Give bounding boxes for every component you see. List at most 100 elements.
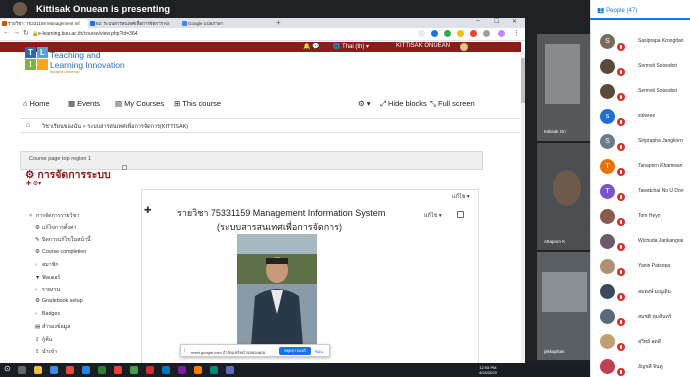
nav-home[interactable]: ⌂ Home [23, 99, 50, 108]
admin-item[interactable]: ⚙ Gradebook setup [35, 298, 83, 304]
participant-name[interactable]: Sasiprapa Krongdan [638, 38, 684, 44]
participant-name[interactable]: Tanaporn Khamwan [638, 163, 682, 169]
app-icon[interactable] [210, 366, 218, 374]
participant-name[interactable]: สมพงษ์ มณูเดิม [638, 288, 671, 296]
calendar-icon: ▦ [68, 99, 76, 108]
participant-avatar [600, 359, 615, 374]
admin-item[interactable]: › Badges [35, 311, 60, 317]
windows-taskbar: ⊙ 12:05 PM 4/24/2020 [0, 363, 690, 377]
admin-item[interactable]: ✎ ปิดการแก้ไขในหน้านี้ [35, 236, 91, 244]
participant-name[interactable]: Sermsit Soisodori [638, 63, 677, 69]
logo-letter: I [25, 59, 36, 70]
extension-icon[interactable] [483, 30, 490, 37]
edit-menu-top[interactable]: แก้ไข ▾ [452, 193, 470, 201]
taskview-icon[interactable] [18, 366, 26, 374]
participant-name[interactable]: Sermsit Soisodori [638, 88, 677, 94]
user-menu-name[interactable]: KITTISAK ONUEAN [396, 43, 450, 49]
gear-icon: ⚙ [35, 249, 40, 255]
new-tab-button[interactable]: + [276, 18, 281, 27]
nav-my-courses[interactable]: ▤ My Courses [115, 99, 164, 108]
participant-name[interactable]: อัญชลี จินดู [638, 363, 663, 371]
section-checkbox[interactable] [457, 211, 464, 218]
extension-icon[interactable] [457, 30, 464, 37]
url-input[interactable]: e-learning.buu.ac.th/course/view.php?id=… [38, 31, 137, 37]
breadcrumb-text[interactable]: วิชาเรียนของฉัน > ระบบสารสนเทศเพื่อการจั… [42, 123, 188, 131]
admin-item[interactable]: › สมาชิก [35, 261, 59, 269]
menu-kebab-icon[interactable]: ⋮ [513, 29, 520, 37]
notification-icons[interactable]: 🔔 💬 [303, 43, 320, 50]
participant-avatar [600, 309, 615, 324]
app-icon[interactable] [178, 366, 186, 374]
extension-icon[interactable] [431, 30, 438, 37]
breadcrumb-home-icon[interactable]: ⌂ [26, 122, 30, 129]
full-screen-button[interactable]: ⤡ Full screen [430, 99, 475, 109]
user-avatar[interactable] [460, 43, 468, 51]
home-icon: ⌂ [23, 99, 28, 108]
edit-menu-section[interactable]: แก้ไข ▾ [424, 212, 442, 220]
app-icon[interactable] [130, 366, 138, 374]
start-search-icon[interactable]: ⊙ [4, 364, 11, 373]
admin-item[interactable]: ▼ ฟิลเตอร์ [35, 274, 60, 282]
minimize-icon[interactable]: ─ [476, 18, 480, 24]
admin-item[interactable]: ˅ การจัดการรายวิชา [29, 212, 79, 220]
participant-name[interactable]: Tawatchai No U Don [638, 188, 684, 194]
admin-item[interactable]: ⚙ Course completion [35, 249, 86, 255]
block-move-icon[interactable]: ✚ ⚙▾ [26, 180, 41, 187]
block-collapse-icon[interactable] [122, 165, 127, 170]
edge-icon[interactable] [50, 366, 58, 374]
video-tile[interactable] [537, 34, 590, 141]
participant-name[interactable]: Wichuda Jankangrai [638, 238, 683, 244]
close-icon[interactable]: ✕ [512, 18, 517, 25]
reload-icon[interactable]: ↻ [23, 29, 29, 37]
app-icon[interactable] [194, 366, 202, 374]
app-icon[interactable] [98, 366, 106, 374]
admin-item[interactable]: ⚙ แก้ไขการตั้งค่า [35, 224, 76, 232]
settings-gear-menu[interactable]: ⚙ ▾ [358, 99, 371, 108]
explorer-icon[interactable] [34, 366, 42, 374]
maximize-icon[interactable]: ☐ [494, 18, 499, 25]
hide-banner-button[interactable]: ซ่อน [315, 348, 323, 355]
drag-handle-icon[interactable]: ⁞ [184, 348, 185, 354]
taskbar-clock[interactable]: 12:05 PM 4/24/2020 [479, 365, 497, 375]
hide-blocks-button[interactable]: ⤢ Hide blocks [380, 99, 427, 109]
back-icon[interactable]: ← [3, 29, 10, 36]
participant-name[interactable]: สมชติ ทุมสันทร์ [638, 313, 671, 321]
chrome-icon[interactable] [114, 366, 122, 374]
site-logo[interactable]: T L I [25, 47, 49, 71]
profile-avatar[interactable] [498, 30, 505, 37]
video-tile[interactable] [537, 252, 590, 360]
extension-icon[interactable] [470, 30, 477, 37]
move-icon[interactable]: ✚ [144, 205, 152, 216]
app-icon[interactable] [66, 366, 74, 374]
admin-item[interactable]: ⇪ กู้คืน [35, 336, 52, 344]
browser-tab-meet[interactable]: 62: ระบบสารสนเทศเพื่อการจัดการ Kit [88, 19, 180, 28]
logo-letter: T [25, 47, 36, 58]
browser-tab-translate[interactable]: Google แปลภาษา [180, 19, 272, 28]
mic-off-icon [617, 218, 625, 226]
participant-name[interactable]: siriwree [638, 113, 655, 119]
admin-item[interactable]: › รายงาน [35, 286, 60, 294]
participant-name[interactable]: Tom Heyn [638, 213, 661, 219]
meet-favicon-icon [90, 21, 95, 26]
browser-tab-course[interactable]: รายวิชา: 75331159 Management Inf [0, 19, 88, 28]
participant-name[interactable]: Yanin Patsopa [638, 263, 670, 269]
nav-events[interactable]: ▦ Events [68, 99, 100, 108]
stop-sharing-button[interactable]: หยุดการแชร์ [279, 347, 311, 355]
share-banner-text: meet.google.com กำลังแชร์หน้าจอของคุณ [191, 350, 266, 355]
video-tile[interactable] [537, 143, 590, 250]
participant-name[interactable]: สุวิทย์ สุดดี [638, 338, 661, 346]
app-icon[interactable] [226, 366, 234, 374]
extension-icon[interactable] [444, 30, 451, 37]
forward-icon[interactable]: → [13, 29, 20, 36]
admin-item[interactable]: ⇪ นำเข้า [35, 348, 57, 356]
pencil-icon: ✎ [35, 237, 40, 243]
people-header[interactable]: 👥 People (47) [597, 7, 637, 14]
app-icon[interactable] [162, 366, 170, 374]
bookmark-star-icon[interactable] [418, 30, 425, 37]
nav-this-course[interactable]: ⊞ This course [174, 99, 221, 108]
app-icon[interactable] [146, 366, 154, 374]
language-menu[interactable]: 🌐 Thai (th) ▾ [333, 43, 369, 50]
app-icon[interactable] [82, 366, 90, 374]
admin-item[interactable]: ▤ สำรองข้อมูล [35, 323, 70, 331]
participant-name[interactable]: Siriprapha Jangkorn [638, 138, 683, 144]
